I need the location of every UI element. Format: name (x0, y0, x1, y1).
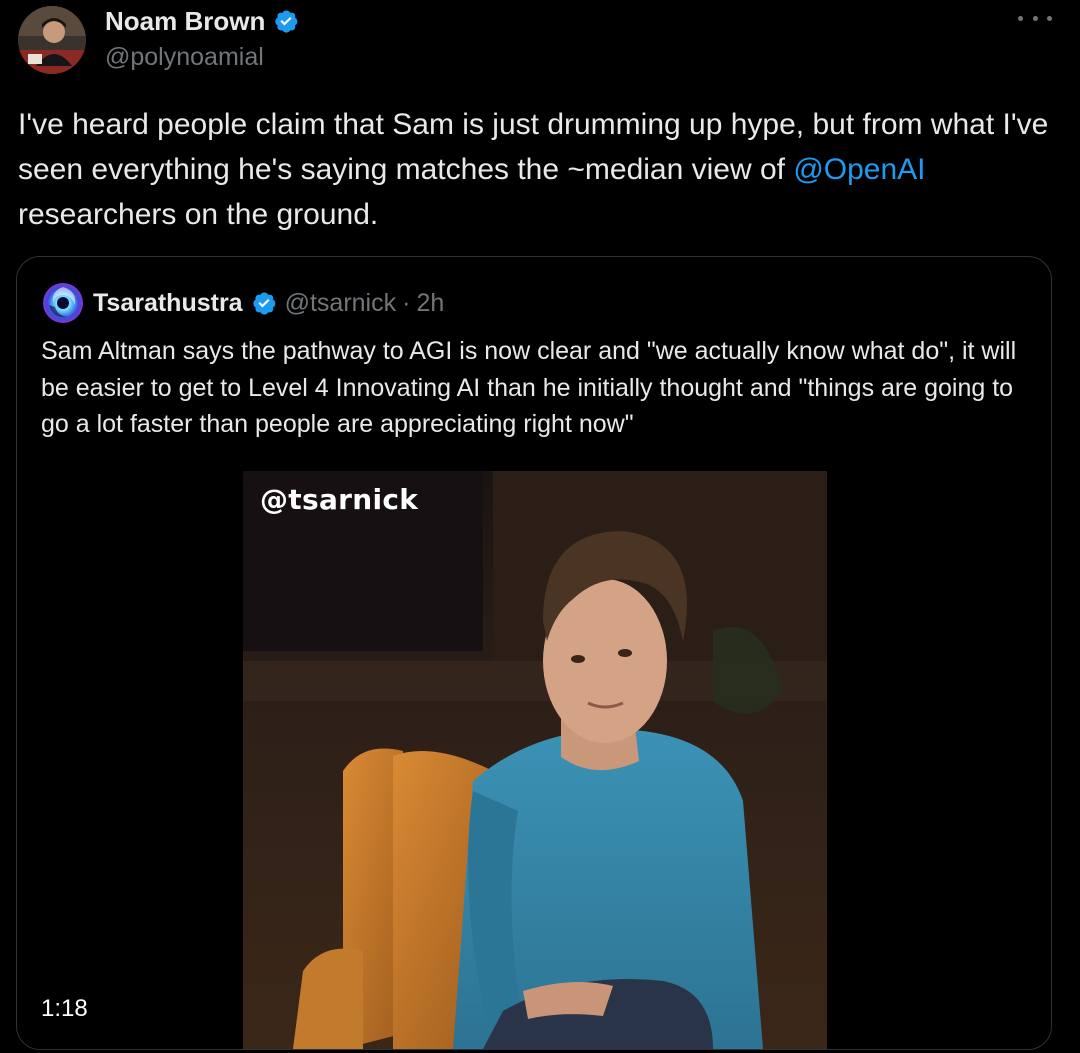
quoted-author-name[interactable]: Tsarathustra (93, 289, 243, 318)
author-name-row[interactable]: Noam Brown (105, 5, 299, 37)
quoted-media: @tsarnick 1:18 (17, 471, 1051, 1049)
verified-badge-icon (251, 290, 277, 316)
quoted-tweet[interactable]: Tsarathustra @tsarnick · 2h Sam Altman s… (16, 256, 1052, 1050)
quoted-timestamp[interactable]: 2h (416, 289, 444, 318)
video-watermark: @tsarnick (260, 483, 419, 516)
quoted-tweet-text: Sam Altman says the pathway to AGI is no… (41, 337, 1017, 438)
quoted-tweet-header: Tsarathustra @tsarnick · 2h (41, 281, 444, 325)
quoted-separator: · (402, 288, 411, 317)
tweet-text-part2: researchers on the ground. (18, 198, 379, 231)
tweet-text: I've heard people claim that Sam is just… (18, 102, 1058, 237)
author-name[interactable]: Noam Brown (105, 5, 265, 37)
author-avatar[interactable] (18, 6, 86, 74)
verified-badge-icon (273, 8, 299, 34)
video-player[interactable]: @tsarnick (243, 471, 827, 1049)
video-duration: 1:18 (41, 995, 88, 1022)
more-options-icon[interactable] (1018, 8, 1052, 28)
author-handle[interactable]: @polynoamial (105, 42, 264, 72)
quoted-author-avatar[interactable] (41, 281, 85, 325)
mention-link[interactable]: @OpenAI (793, 153, 925, 186)
tweet-page: Noam Brown @polynoamial I've heard peopl… (0, 0, 1080, 1053)
quoted-author-handle[interactable]: @tsarnick (285, 289, 397, 318)
